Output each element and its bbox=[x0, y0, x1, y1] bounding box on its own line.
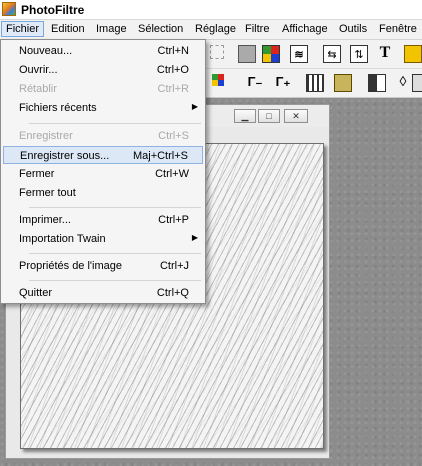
menu-item-label: Fermer tout bbox=[19, 187, 76, 199]
menu-item-quitter[interactable]: Quitter Ctrl+Q bbox=[3, 284, 203, 302]
menu-item-proprietes-image[interactable]: Propriétés de l'image Ctrl+J bbox=[3, 257, 203, 275]
menu-item-importation-twain[interactable]: Importation Twain ▶ bbox=[3, 230, 203, 248]
grayscale-icon[interactable] bbox=[238, 45, 256, 63]
menu-bar: Fichier Edition Image Sélection Réglage … bbox=[0, 20, 422, 40]
submenu-arrow-icon: ▶ bbox=[191, 233, 198, 242]
drop-icon[interactable]: ◊ bbox=[394, 72, 412, 90]
menu-item-imprimer[interactable]: Imprimer... Ctrl+P bbox=[3, 211, 203, 229]
contrast-icon[interactable] bbox=[368, 74, 386, 92]
menu-affichage[interactable]: Affichage bbox=[282, 23, 328, 35]
selection-tool-icon[interactable] bbox=[210, 45, 224, 59]
file-menu-dropdown: Nouveau... Ctrl+N Ouvrir... Ctrl+O Rétab… bbox=[0, 39, 206, 304]
menu-item-shortcut: Maj+Ctrl+S bbox=[132, 150, 188, 162]
menu-item-label: Nouveau... bbox=[19, 45, 73, 57]
menu-separator bbox=[29, 253, 201, 254]
menu-separator bbox=[29, 207, 201, 208]
menu-item-fermer-tout[interactable]: Fermer tout bbox=[3, 184, 203, 202]
menu-item-label: Quitter bbox=[19, 287, 53, 299]
menu-item-label: Imprimer... bbox=[19, 214, 71, 226]
rgb-color-icon[interactable] bbox=[262, 45, 280, 63]
menu-item-label: Ouvrir... bbox=[19, 64, 58, 76]
flip-vertical-icon[interactable]: ⇅ bbox=[350, 45, 368, 63]
menu-item-label: Importation Twain bbox=[19, 233, 106, 245]
menu-item-shortcut: Ctrl+P bbox=[158, 214, 189, 226]
menu-fenetre[interactable]: Fenêtre bbox=[379, 23, 417, 35]
maximize-button[interactable]: □ bbox=[258, 109, 280, 123]
gamma-minus-icon[interactable]: Γ₋ bbox=[246, 73, 264, 91]
menu-item-fichiers-recents[interactable]: Fichiers récents ▶ bbox=[3, 99, 203, 117]
filter-icon[interactable] bbox=[412, 74, 422, 92]
menu-item-shortcut: Ctrl+R bbox=[157, 83, 189, 95]
menu-item-label: Propriétés de l'image bbox=[19, 260, 122, 272]
color-palette-icon[interactable] bbox=[212, 74, 224, 86]
menu-reglage[interactable]: Réglage bbox=[195, 23, 236, 35]
menu-separator bbox=[29, 123, 201, 124]
menu-item-shortcut: Ctrl+J bbox=[159, 260, 189, 272]
menu-item-shortcut: Ctrl+W bbox=[155, 168, 189, 180]
menu-item-nouveau[interactable]: Nouveau... Ctrl+N bbox=[3, 42, 203, 60]
minimize-button[interactable]: ▁ bbox=[234, 109, 256, 123]
image-tool-icon[interactable] bbox=[404, 45, 422, 63]
text-tool-icon[interactable]: T bbox=[376, 44, 394, 62]
menu-item-shortcut: Ctrl+N bbox=[157, 45, 189, 57]
menu-item-enregistrer-sous[interactable]: Enregistrer sous... Maj+Ctrl+S bbox=[3, 146, 203, 164]
app-title: PhotoFiltre bbox=[21, 3, 85, 17]
menu-item-fermer[interactable]: Fermer Ctrl+W bbox=[3, 165, 203, 183]
grid-icon[interactable] bbox=[306, 74, 324, 92]
close-button[interactable]: ✕ bbox=[284, 109, 308, 123]
menu-item-label: Fichiers récents bbox=[19, 102, 97, 114]
menu-item-label: Enregistrer bbox=[19, 130, 73, 142]
menu-item-shortcut: Ctrl+Q bbox=[156, 287, 189, 299]
menu-item-label: Fermer bbox=[19, 168, 55, 180]
title-bar: PhotoFiltre bbox=[0, 0, 422, 20]
submenu-arrow-icon: ▶ bbox=[191, 102, 198, 111]
gamma-plus-icon[interactable]: Γ₊ bbox=[274, 73, 292, 91]
menu-item-shortcut: Ctrl+S bbox=[158, 130, 189, 142]
menu-fichier[interactable]: Fichier bbox=[1, 21, 45, 37]
menu-item-label: Rétablir bbox=[19, 83, 57, 95]
menu-item-retablir[interactable]: Rétablir Ctrl+R bbox=[3, 80, 203, 98]
menu-image[interactable]: Image bbox=[96, 23, 127, 35]
menu-item-enregistrer[interactable]: Enregistrer Ctrl+S bbox=[3, 127, 203, 145]
menu-item-shortcut: Ctrl+O bbox=[156, 64, 189, 76]
menu-edition[interactable]: Edition bbox=[51, 23, 85, 35]
menu-item-ouvrir[interactable]: Ouvrir... Ctrl+O bbox=[3, 61, 203, 79]
menu-filtre[interactable]: Filtre bbox=[245, 23, 269, 35]
photofiltre-app-icon bbox=[2, 2, 16, 16]
flip-horizontal-icon[interactable]: ⇆ bbox=[323, 45, 341, 63]
menu-outils[interactable]: Outils bbox=[339, 23, 367, 35]
menu-selection[interactable]: Sélection bbox=[138, 23, 183, 35]
menu-item-label: Enregistrer sous... bbox=[20, 150, 110, 162]
texture-icon[interactable] bbox=[334, 74, 352, 92]
document-adjust-icon[interactable]: ≋ bbox=[290, 45, 308, 63]
menu-separator bbox=[29, 280, 201, 281]
